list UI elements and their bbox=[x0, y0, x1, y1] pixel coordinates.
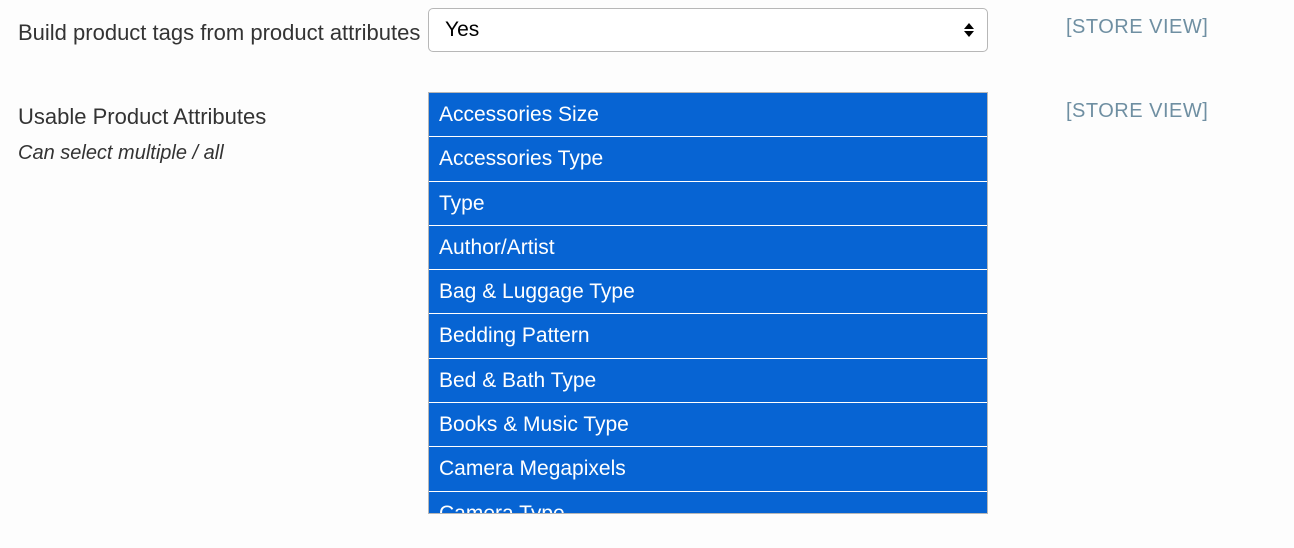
build-tags-label-col: Build product tags from product attribut… bbox=[18, 8, 428, 49]
multiselect-option[interactable]: Books & Music Type bbox=[429, 403, 987, 447]
usable-attributes-label: Usable Product Attributes bbox=[18, 100, 428, 133]
multiselect-option[interactable]: Camera Type bbox=[429, 492, 987, 514]
usable-attributes-scope: [STORE VIEW] bbox=[1066, 100, 1208, 122]
multiselect-option[interactable]: Bedding Pattern bbox=[429, 314, 987, 358]
build-tags-label: Build product tags from product attribut… bbox=[18, 16, 428, 49]
usable-attributes-field-col: Accessories Size Accessories Type Type A… bbox=[428, 92, 988, 514]
multiselect-option[interactable]: Bed & Bath Type bbox=[429, 359, 987, 403]
multiselect-option[interactable]: Accessories Type bbox=[429, 137, 987, 181]
multiselect-option[interactable]: Type bbox=[429, 182, 987, 226]
build-tags-scope-col: [STORE VIEW] bbox=[988, 8, 1208, 39]
build-tags-select[interactable]: Yes bbox=[428, 8, 988, 52]
build-tags-scope: [STORE VIEW] bbox=[1066, 16, 1208, 38]
usable-attributes-label-col: Usable Product Attributes Can select mul… bbox=[18, 92, 428, 167]
build-tags-row: Build product tags from product attribut… bbox=[18, 8, 1276, 52]
multiselect-option[interactable]: Bag & Luggage Type bbox=[429, 270, 987, 314]
multiselect-option[interactable]: Accessories Size bbox=[429, 93, 987, 137]
usable-attributes-row: Usable Product Attributes Can select mul… bbox=[18, 92, 1276, 514]
usable-attributes-scope-col: [STORE VIEW] bbox=[988, 92, 1208, 123]
usable-attributes-hint: Can select multiple / all bbox=[18, 139, 428, 167]
build-tags-field-col: Yes bbox=[428, 8, 988, 52]
usable-attributes-multiselect[interactable]: Accessories Size Accessories Type Type A… bbox=[428, 92, 988, 514]
multiselect-option[interactable]: Author/Artist bbox=[429, 226, 987, 270]
multiselect-option[interactable]: Camera Megapixels bbox=[429, 447, 987, 491]
build-tags-select-wrapper: Yes bbox=[428, 8, 988, 52]
